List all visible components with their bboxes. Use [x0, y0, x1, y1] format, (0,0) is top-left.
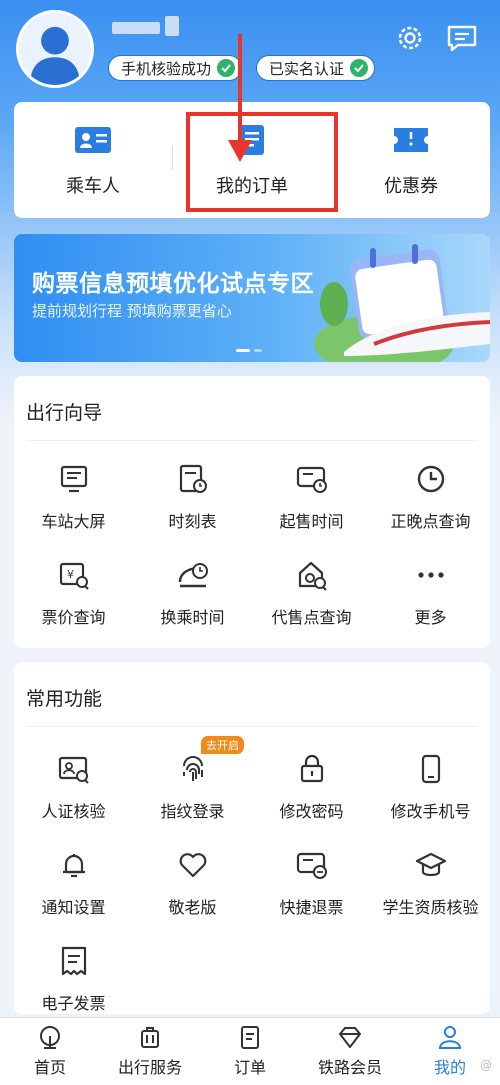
grid-item[interactable]: 更多 — [371, 558, 490, 628]
grid-item-label: 正晚点查询 — [390, 512, 471, 531]
divider — [26, 726, 478, 727]
grid-item-label: 人证核验 — [41, 802, 106, 821]
grid-item-label: 换乘时间 — [160, 608, 225, 627]
realname-verified-badge: 已实名认证 — [256, 55, 376, 81]
grid-item[interactable]: 车站大屏 — [14, 462, 133, 532]
grid-item[interactable]: 代售点查询 — [252, 558, 371, 628]
grid-item-label: 敬老版 — [168, 898, 217, 917]
travel-guide-card: 出行向导 车站大屏 时刻表 起售时间 正晚点查询 ¥ 票价查询 换乘时间 代售点查询 更多 — [14, 376, 490, 648]
carousel-indicator — [236, 349, 262, 352]
tab-label: 出行服务 — [117, 1058, 182, 1077]
refund-icon — [296, 852, 327, 879]
coupon-icon — [394, 128, 428, 152]
message-icon[interactable] — [444, 20, 480, 56]
grid-item-label: 指纹登录 — [160, 802, 225, 821]
avatar[interactable] — [16, 10, 94, 88]
divider — [26, 440, 478, 441]
check-icon — [217, 59, 236, 77]
phone-icon — [421, 754, 440, 784]
settings-gear-icon[interactable] — [392, 20, 428, 56]
fingerprint-icon — [182, 756, 203, 781]
grid-item-label: 更多 — [414, 608, 447, 627]
invoice-icon — [61, 946, 86, 976]
section-title: 出行向导 — [26, 402, 103, 424]
order-list-icon — [241, 1026, 259, 1049]
annotation-arrow-head — [228, 140, 252, 162]
grid-item[interactable]: 快捷退票 — [252, 848, 371, 918]
grid-item[interactable]: 通知设置 — [14, 848, 133, 918]
grid-item[interactable]: 修改密码 — [252, 752, 371, 822]
grid-item[interactable]: 正晚点查询 — [371, 462, 490, 532]
coupon-entry[interactable]: 优惠券 — [332, 102, 490, 218]
diamond-icon — [339, 1027, 361, 1048]
grid-item-label: 通知设置 — [41, 898, 106, 917]
agency-search-icon — [298, 561, 327, 591]
grid-item[interactable]: 指纹登录 去开启 — [133, 736, 252, 822]
tab-label: 首页 — [33, 1058, 66, 1077]
grid-item-label: 车站大屏 — [41, 512, 106, 531]
section-title: 常用功能 — [26, 688, 103, 710]
tab-label: 订单 — [233, 1058, 266, 1077]
highlight-box — [186, 112, 338, 212]
grid-item-label: 修改密码 — [279, 802, 344, 821]
grid-item[interactable]: 敬老版 — [133, 848, 252, 918]
sale-time-icon — [296, 466, 327, 493]
tab-label: 铁路会员 — [317, 1058, 382, 1077]
svg-text:¥: ¥ — [67, 568, 74, 581]
tab-item[interactable]: 订单 — [200, 1024, 300, 1078]
username-blurred — [165, 16, 179, 36]
tab-item[interactable]: 铁路会员 — [300, 1024, 400, 1078]
grid-item[interactable]: 起售时间 — [252, 462, 371, 532]
home-train-icon — [40, 1026, 60, 1049]
tab-item[interactable]: 首页 — [0, 1024, 100, 1078]
grid-item-label: 票价查询 — [41, 608, 106, 627]
passenger-card-icon — [75, 127, 111, 153]
grid-item[interactable]: 人证核验 — [14, 752, 133, 822]
bottom-tab-bar: 首页 出行服务 订单 铁路会员 我的 — [0, 1017, 500, 1085]
heart-icon — [179, 853, 206, 878]
tab-label: 我的 — [433, 1058, 466, 1077]
common-functions-card: 常用功能 人证核验 指纹登录 去开启修改密码 修改手机号通知设置 敬老版 快捷退票 学生资质… — [14, 662, 490, 1014]
transfer-time-icon — [178, 563, 208, 588]
user-avatar-icon — [19, 13, 91, 85]
grid-item-label: 修改手机号 — [390, 802, 471, 821]
tab-item[interactable]: 出行服务 — [100, 1024, 200, 1078]
screen-icon — [60, 465, 87, 493]
grid-item-label: 快捷退票 — [279, 898, 344, 917]
clock-icon — [417, 465, 444, 493]
grid-item-label: 时刻表 — [168, 512, 217, 531]
grid-item[interactable]: 修改手机号 — [371, 752, 490, 822]
grid-item[interactable]: ¥ 票价查询 — [14, 558, 133, 628]
grid-item-label: 起售时间 — [279, 512, 344, 531]
grid-item[interactable]: 时刻表 — [133, 462, 252, 532]
lock-icon — [300, 754, 323, 783]
bell-icon — [62, 854, 85, 878]
timetable-icon — [179, 464, 207, 493]
annotation-arrow — [238, 34, 242, 152]
check-icon — [350, 59, 369, 77]
profile-icon — [438, 1026, 462, 1049]
passenger-entry[interactable]: 乘车人 — [14, 102, 172, 218]
grid-item[interactable]: 电子发票 — [14, 944, 133, 1014]
grid-item-label: 学生资质核验 — [382, 898, 479, 917]
grid-item-label: 代售点查询 — [271, 608, 352, 627]
phone-verified-badge: 手机核验成功 — [108, 55, 243, 81]
grid-item[interactable]: 学生资质核验 — [371, 848, 490, 918]
grid-item[interactable]: 换乘时间 — [133, 558, 252, 628]
username-blurred — [112, 22, 160, 34]
more-icon — [417, 572, 444, 578]
promo-banner[interactable]: 购票信息预填优化试点专区 提前规划行程 预填购票更省心 — [14, 234, 490, 362]
enable-tag: 去开启 — [201, 736, 244, 754]
watermark: @ — [480, 1058, 492, 1072]
graduation-cap-icon — [415, 852, 446, 877]
calendar-train-illustration — [314, 244, 490, 362]
luggage-icon — [141, 1027, 159, 1048]
id-verify-icon — [58, 756, 89, 784]
grid-item-label: 电子发票 — [41, 994, 106, 1013]
price-search-icon: ¥ — [59, 562, 89, 590]
